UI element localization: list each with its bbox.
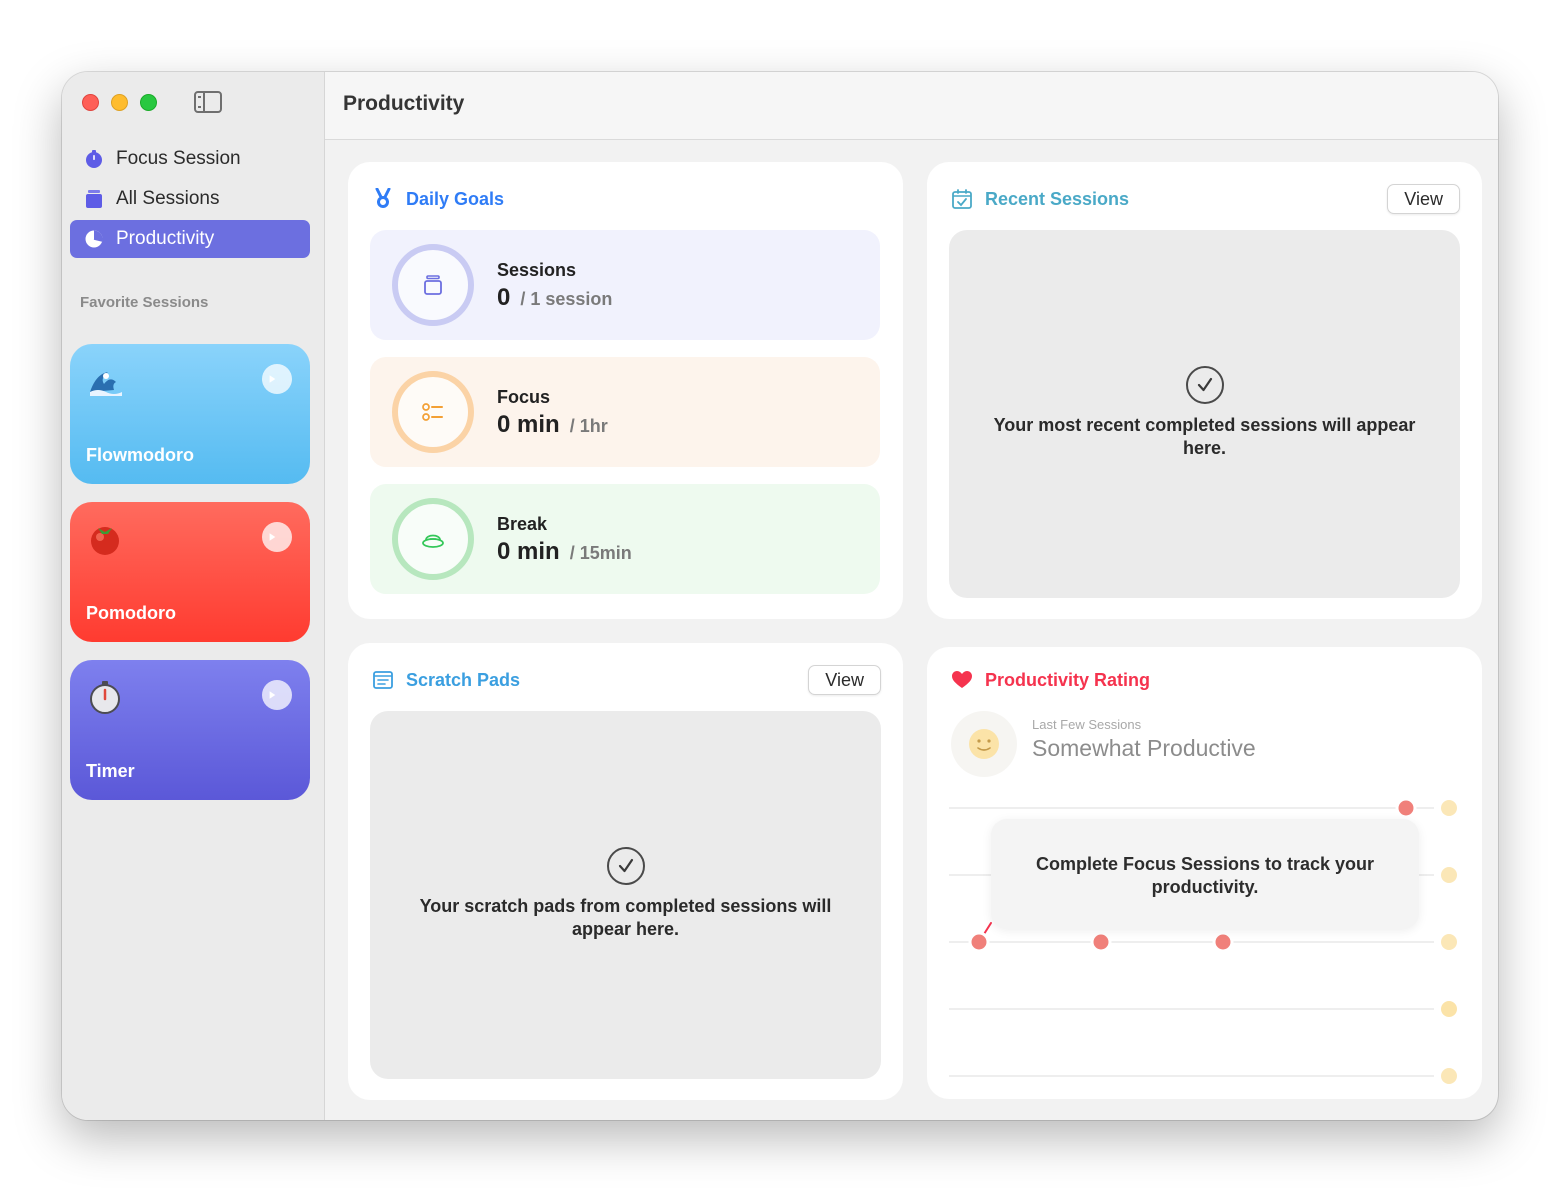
notepad-icon (372, 669, 394, 691)
play-timer-button[interactable] (262, 680, 292, 710)
scratch-pads-card: Scratch Pads View Your scratch pads from… (348, 643, 903, 1100)
goal-value-row: 0 min / 15min (497, 538, 632, 566)
sidebar-toggle-icon[interactable] (194, 91, 222, 113)
sidebar: Focus Session All Sessions Productivity … (62, 72, 325, 1120)
stopwatch-icon (86, 678, 124, 716)
productivity-rating-card: Productivity Rating Last Few Sessions So… (927, 647, 1482, 1099)
calendar-check-icon (951, 188, 973, 210)
close-window-button[interactable] (82, 94, 99, 111)
goal-value-row: 0 min / 1hr (497, 411, 608, 439)
goal-value: 0 (497, 284, 511, 311)
heart-icon (951, 669, 973, 691)
play-icon (269, 533, 276, 541)
rating-subtitle: Last Few Sessions (1032, 717, 1142, 732)
scratch-pads-view-button[interactable]: View (808, 665, 881, 695)
break-progress-ring (392, 498, 474, 580)
recent-sessions-empty-text: Your most recent completed sessions will… (993, 415, 1416, 458)
goal-value: 0 min (497, 538, 560, 565)
goal-target: / 1 session (520, 289, 613, 309)
axis-emoji-icon (1441, 1068, 1457, 1084)
stack-icon (84, 189, 104, 209)
checkmark-icon (1185, 366, 1224, 404)
smiley-icon (951, 711, 1017, 777)
app-window: Focus Session All Sessions Productivity … (62, 72, 1498, 1120)
favorite-pomodoro-card[interactable]: Pomodoro (70, 502, 310, 642)
productivity-rating-header: Productivity Rating (951, 669, 1150, 691)
sidebar-item-label: Productivity (116, 228, 215, 249)
axis-emoji-icon (1441, 934, 1457, 950)
minimize-window-button[interactable] (111, 94, 128, 111)
goal-target: / 1hr (569, 416, 608, 436)
axis-emoji-icon (1441, 800, 1457, 816)
page-title: Productivity (343, 92, 465, 115)
favorite-timer-card[interactable]: Timer (70, 660, 310, 800)
play-icon (269, 375, 276, 383)
chart-axis-emojis (1441, 800, 1457, 1084)
titlebar: Productivity (325, 72, 1498, 140)
favorite-name: Pomodoro (86, 603, 176, 623)
sidebar-item-label: Focus Session (116, 148, 241, 169)
goal-title: Focus (497, 387, 551, 407)
goal-break: Break 0 min / 15min (370, 484, 880, 594)
daily-goals-card: Daily Goals Sessions 0 / 1 session Focus … (348, 162, 903, 619)
stack-icon (424, 275, 442, 295)
sidebar-item-label: All Sessions (116, 188, 220, 209)
play-flowmodoro-button[interactable] (262, 364, 292, 394)
scratch-pads-empty-state: Your scratch pads from completed session… (370, 711, 881, 1079)
wave-icon (86, 362, 124, 400)
zoom-window-button[interactable] (140, 94, 157, 111)
chart-point (968, 931, 990, 953)
favorites-section-label: Favorite Sessions (80, 294, 209, 311)
favorite-name: Timer (86, 761, 135, 781)
goal-title: Sessions (497, 260, 577, 280)
productivity-empty-overlay: Complete Focus Sessions to track your pr… (991, 819, 1419, 929)
recent-sessions-title: Recent Sessions (985, 188, 1130, 209)
goal-target: / 15min (569, 543, 632, 563)
sessions-progress-ring (392, 244, 474, 326)
recent-sessions-view-button[interactable]: View (1387, 184, 1460, 214)
axis-emoji-icon (1441, 867, 1457, 883)
favorite-name: Flowmodoro (86, 445, 194, 465)
medal-icon (372, 188, 394, 210)
goal-focus: Focus 0 min / 1hr (370, 357, 880, 467)
play-pomodoro-button[interactable] (262, 522, 292, 552)
axis-emoji-icon (1441, 1001, 1457, 1017)
chart-point (1212, 931, 1234, 953)
goal-value: 0 min (497, 411, 560, 438)
goal-sessions: Sessions 0 / 1 session (370, 230, 880, 340)
checklist-icon (422, 403, 443, 421)
stopwatch-icon (84, 149, 104, 169)
play-icon (269, 691, 276, 699)
recent-sessions-header: Recent Sessions (951, 188, 1129, 210)
sidebar-item-focus-session[interactable]: Focus Session (70, 140, 310, 178)
favorite-flowmodoro-card[interactable]: Flowmodoro (70, 344, 310, 484)
scratch-pads-title: Scratch Pads (406, 669, 521, 690)
sidebar-item-productivity[interactable]: Productivity (70, 220, 310, 258)
rating-value: Somewhat Productive (1032, 735, 1256, 761)
cup-icon (422, 534, 444, 548)
scratch-pads-header: Scratch Pads (372, 669, 520, 691)
recent-sessions-empty-state: Your most recent completed sessions will… (949, 230, 1460, 598)
window-controls (82, 94, 157, 111)
sidebar-item-all-sessions[interactable]: All Sessions (70, 180, 310, 218)
daily-goals-header: Daily Goals (372, 188, 504, 210)
productivity-rating-title: Productivity Rating (985, 669, 1151, 690)
recent-sessions-card: Recent Sessions View Your most recent co… (927, 162, 1482, 619)
tomato-icon (86, 520, 124, 558)
chart-point (1395, 797, 1417, 819)
scratch-pads-empty-text: Your scratch pads from completed session… (419, 896, 832, 939)
chart-point (1090, 931, 1112, 953)
pie-chart-icon (84, 229, 104, 249)
focus-progress-ring (392, 371, 474, 453)
daily-goals-title: Daily Goals (406, 188, 505, 209)
sidebar-nav: Focus Session All Sessions Productivity (70, 140, 310, 260)
goal-value-row: 0 / 1 session (497, 284, 612, 312)
checkmark-icon (606, 847, 645, 885)
goal-title: Break (497, 514, 548, 534)
